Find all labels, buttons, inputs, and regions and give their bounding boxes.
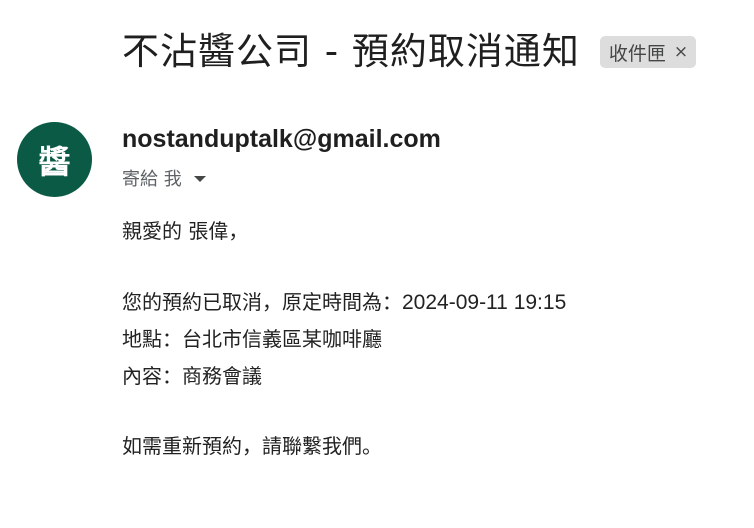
avatar-initial: 醬: [38, 142, 71, 181]
recipient-details-toggle[interactable]: 寄給 我: [122, 165, 206, 191]
inbox-label-chip[interactable]: 收件匣 ×: [599, 36, 697, 69]
sender-email[interactable]: nostanduptalk@gmail.com: [122, 125, 441, 154]
cancel-datetime: 2024-09-11 19:15: [402, 291, 567, 314]
cancel-time-prefix: 您的預約已取消，原定時間為：: [122, 290, 402, 314]
sender-avatar[interactable]: 醬: [17, 122, 92, 197]
body-closing: 如需重新預約，請聯繫我們。: [122, 434, 382, 458]
caret-down-icon[interactable]: [193, 176, 206, 182]
body-greeting: 親愛的 張偉，: [122, 219, 249, 243]
remove-label-icon[interactable]: ×: [674, 42, 688, 62]
email-subject: 不沾醬公司 - 預約取消通知: [122, 30, 580, 73]
body-line-location: 地點：台北市信義區某咖啡廳: [122, 327, 382, 351]
subject-row: 不沾醬公司 - 預約取消通知 收件匣 ×: [122, 30, 697, 74]
label-text: 收件匣: [608, 42, 666, 65]
body-line-cancel-time: 您的預約已取消，原定時間為：2024-09-11 19:15: [122, 290, 566, 315]
body-line-content: 內容：商務會議: [122, 364, 262, 388]
recipient-text: 寄給 我: [122, 169, 182, 190]
